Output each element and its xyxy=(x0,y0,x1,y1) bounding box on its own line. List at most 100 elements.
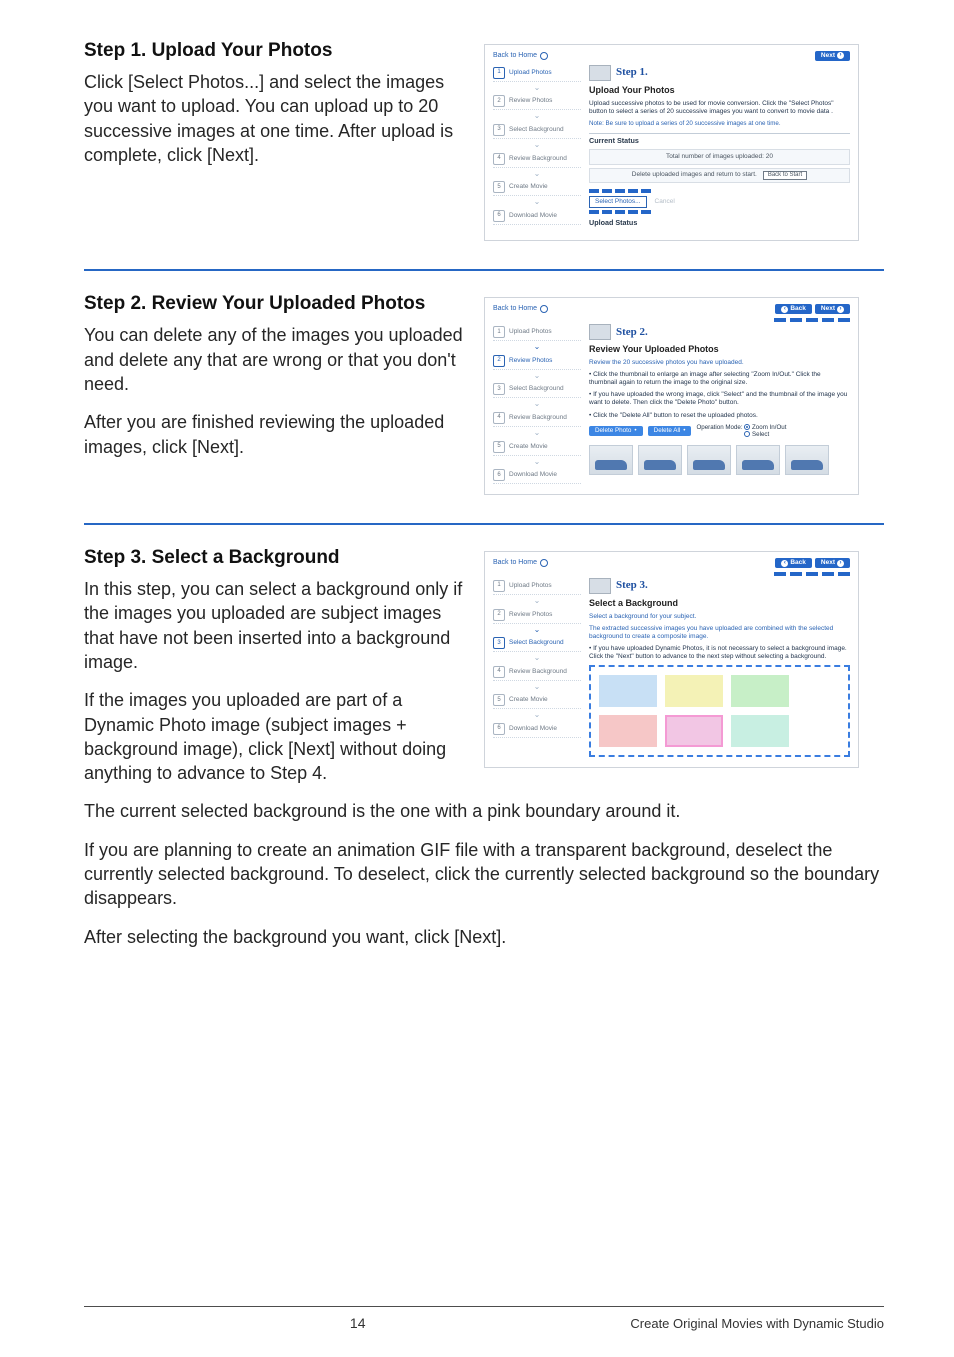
sidebar-item-create-movie[interactable]: 5Create Movie xyxy=(493,692,581,709)
step1-block: Step 1. Upload Your Photos Click [Select… xyxy=(84,40,884,241)
chevron-down-icon: ⌄ xyxy=(493,82,581,94)
sidebar-item-review-bg[interactable]: 4Review Background xyxy=(493,664,581,681)
refresh-icon xyxy=(540,305,548,313)
back-to-home-link[interactable]: Back to Home xyxy=(493,559,548,567)
next-button[interactable]: Next› xyxy=(815,51,850,61)
delete-photo-button[interactable]: Delete Photo• xyxy=(589,426,643,436)
next-button[interactable]: Next› xyxy=(815,304,850,314)
sidebar-item-review-bg[interactable]: 4Review Background xyxy=(493,151,581,168)
photo-thumbnail[interactable] xyxy=(736,445,780,475)
chevron-down-icon: ⌄ xyxy=(493,398,581,410)
background-tile[interactable] xyxy=(731,675,789,707)
step3-screenshot: Back to Home ‹Back Next› 1Upload Photos … xyxy=(484,551,859,768)
photo-thumbnail[interactable] xyxy=(589,445,633,475)
sidebar-item-review-photos[interactable]: 2Review Photos xyxy=(493,607,581,624)
page-number: 14 xyxy=(85,1315,630,1331)
step1-screenshot: Back to Home Next› 1Upload Photos ⌄ xyxy=(484,44,859,241)
select-photos-button[interactable]: Select Photos... xyxy=(589,196,647,208)
sidebar-item-review-bg[interactable]: 4Review Background xyxy=(493,410,581,427)
background-tile[interactable] xyxy=(731,715,789,747)
photo-thumbnail[interactable] xyxy=(687,445,731,475)
review-intro: Review the 20 successive photos you have… xyxy=(589,359,850,367)
review-bullet2: • If you have uploaded the wrong image, … xyxy=(589,391,850,407)
background-tile[interactable] xyxy=(665,675,723,707)
chevron-down-icon: ⌄ xyxy=(493,370,581,382)
step1-heading: Step 1. Upload Your Photos xyxy=(84,40,472,62)
step2-block: Step 2. Review Your Uploaded Photos You … xyxy=(84,293,884,495)
panel-note: Note: Be sure to upload a series of 20 s… xyxy=(589,120,850,127)
wizard-sidebar: 1Upload Photos ⌄ 2Review Photos ⌄ 3Selec… xyxy=(493,65,581,231)
back-to-home-link[interactable]: Back to Home xyxy=(493,305,548,313)
chevron-down-icon: ⌄ xyxy=(493,709,581,721)
review-bullet1: • Click the thumbnail to enlarge an imag… xyxy=(589,371,850,387)
step1-figure: Back to Home Next› 1Upload Photos ⌄ xyxy=(484,40,864,241)
wizard-sidebar: 1Upload Photos ⌄ 2Review Photos ⌄ 3Selec… xyxy=(493,578,581,757)
document-page: Step 1. Upload Your Photos Click [Select… xyxy=(0,0,954,1357)
sidebar-item-review-photos[interactable]: 2Review Photos xyxy=(493,353,581,370)
step2-body2: After you are finished reviewing the upl… xyxy=(84,410,472,459)
chevron-down-icon: ⌄ xyxy=(493,110,581,122)
chevron-down-icon: ⌄ xyxy=(493,196,581,208)
delete-all-button[interactable]: Delete All• xyxy=(648,426,692,436)
sidebar-item-create-movie[interactable]: 5Create Movie xyxy=(493,179,581,196)
chevron-down-icon: ⌄ xyxy=(493,456,581,468)
panel-title: Upload Your Photos xyxy=(589,85,850,96)
review-bullet3: • Click the "Delete All" button to reset… xyxy=(589,412,850,420)
panel-title: Review Your Uploaded Photos xyxy=(589,344,850,355)
upload-status-heading: Upload Status xyxy=(589,216,850,231)
step2-figure: Back to Home ‹Back Next› 1Upload Photos … xyxy=(484,293,864,495)
background-tile[interactable] xyxy=(599,675,657,707)
back-button[interactable]: ‹Back xyxy=(775,304,812,314)
delete-line: Delete uploaded images and return to sta… xyxy=(589,168,850,183)
background-tile[interactable] xyxy=(599,715,657,747)
chevron-down-icon: ⌄ xyxy=(493,168,581,180)
car-icon xyxy=(589,324,611,340)
operation-mode: Operation Mode: Zoom In/Out Operation Mo… xyxy=(696,424,786,439)
sidebar-item-upload[interactable]: 1Upload Photos xyxy=(493,65,581,82)
step3-heading: Step 3. Select a Background xyxy=(84,547,472,569)
sidebar-item-select-bg[interactable]: 3Select Background xyxy=(493,122,581,139)
page-footer: 14 Create Original Movies with Dynamic S… xyxy=(84,1306,884,1331)
sidebar-item-select-bg[interactable]: 3Select Background xyxy=(493,381,581,398)
sidebar-item-upload[interactable]: 1Upload Photos xyxy=(493,324,581,341)
sidebar-item-select-bg[interactable]: 3Select Background xyxy=(493,635,581,652)
chevron-down-icon: ⌄ xyxy=(493,652,581,664)
step-label: Step 1. xyxy=(616,66,648,79)
back-to-home-link[interactable]: Back to Home xyxy=(493,52,548,60)
thumbnail-row xyxy=(589,445,850,475)
step3-body3: The current selected background is the o… xyxy=(84,799,884,823)
photo-thumbnail[interactable] xyxy=(638,445,682,475)
chevron-down-icon: ⌄ xyxy=(493,595,581,607)
chevron-down-icon: ⌄ xyxy=(493,139,581,151)
sidebar-item-download-movie[interactable]: 6Download Movie xyxy=(493,208,581,225)
step3-block: Step 3. Select a Background In this step… xyxy=(84,547,884,949)
back-to-start-button[interactable]: Back to Start xyxy=(763,171,807,180)
step2-heading: Step 2. Review Your Uploaded Photos xyxy=(84,293,472,315)
background-tile-selected[interactable] xyxy=(665,715,723,747)
radio-select[interactable] xyxy=(744,431,750,437)
refresh-icon xyxy=(540,559,548,567)
step3-body4: If you are planning to create an animati… xyxy=(84,838,884,911)
sidebar-item-download-movie[interactable]: 6Download Movie xyxy=(493,467,581,484)
sidebar-item-download-movie[interactable]: 6Download Movie xyxy=(493,721,581,738)
step1-body: Click [Select Photos...] and select the … xyxy=(84,70,472,167)
photo-thumbnail[interactable] xyxy=(785,445,829,475)
step3-figure: Back to Home ‹Back Next› 1Upload Photos … xyxy=(484,547,864,768)
back-button[interactable]: ‹Back xyxy=(775,558,812,568)
next-button[interactable]: Next› xyxy=(815,558,850,568)
sidebar-item-create-movie[interactable]: 5Create Movie xyxy=(493,439,581,456)
cancel-button[interactable]: Cancel xyxy=(655,198,675,206)
step2-body1: You can delete any of the images you upl… xyxy=(84,323,472,396)
step3-body2: If the images you uploaded are part of a… xyxy=(84,688,472,785)
sidebar-item-upload[interactable]: 1Upload Photos xyxy=(493,578,581,595)
current-status-heading: Current Status xyxy=(589,133,850,149)
radio-zoom[interactable] xyxy=(744,424,750,430)
bg-bullet1: • If you have uploaded Dynamic Photos, i… xyxy=(589,645,850,661)
refresh-icon xyxy=(540,52,548,60)
panel-desc: Upload successive photos to be used for … xyxy=(589,100,850,116)
chevron-down-icon: ⌄ xyxy=(493,624,581,636)
sidebar-item-review-photos[interactable]: 2Review Photos xyxy=(493,93,581,110)
chevron-down-icon: ⌄ xyxy=(493,341,581,353)
camera-icon xyxy=(589,65,611,81)
chevron-down-icon: ⌄ xyxy=(493,427,581,439)
